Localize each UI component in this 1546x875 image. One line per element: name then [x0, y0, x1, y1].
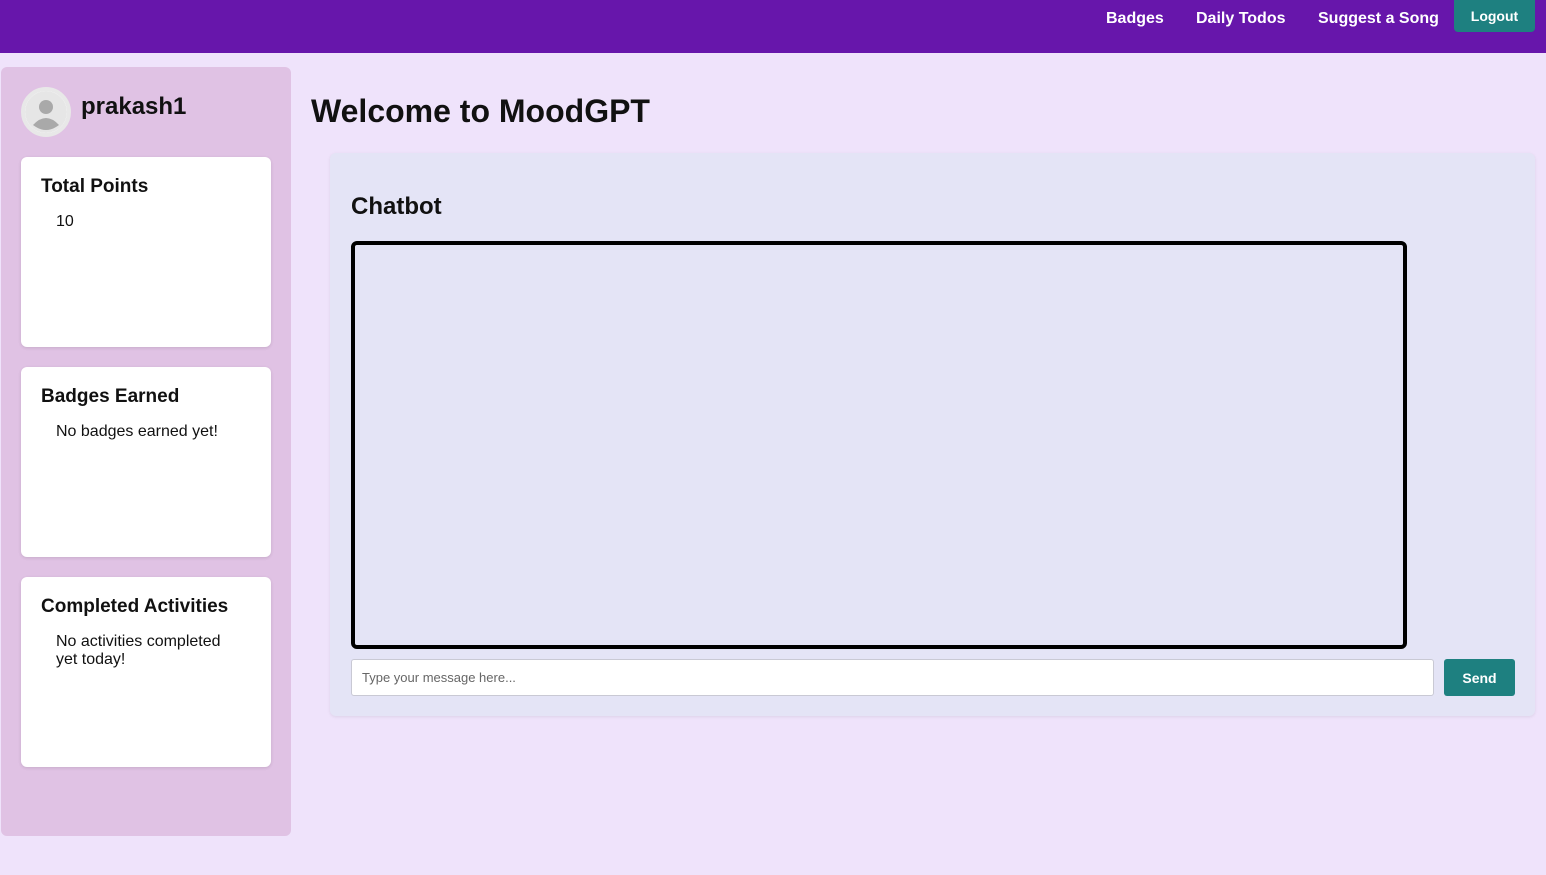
card-title-total-points: Total Points [41, 176, 149, 197]
nav-link-daily-todos[interactable]: Daily Todos [1196, 10, 1286, 28]
total-points-card: Total Points 10 [21, 157, 271, 347]
send-button[interactable]: Send [1444, 659, 1515, 696]
chat-messages-area[interactable] [351, 241, 1407, 649]
completed-activities-value: No activities completed yet today! [56, 633, 221, 668]
page-title: Welcome to MoodGPT [311, 93, 650, 129]
sidebar: prakash1 Total Points 10 Badges Earned N… [1, 67, 291, 836]
badges-earned-card: Badges Earned No badges earned yet! [21, 367, 271, 557]
nav-link-suggest-song[interactable]: Suggest a Song [1318, 10, 1439, 28]
chatbot-panel: Chatbot Send [330, 153, 1535, 716]
nav-link-badges[interactable]: Badges [1106, 10, 1164, 28]
chatbot-title: Chatbot [351, 193, 442, 220]
top-navbar: Badges Daily Todos Suggest a Song Logout [0, 0, 1546, 53]
card-title-completed-activities: Completed Activities [41, 596, 229, 617]
badges-earned-value: No badges earned yet! [56, 423, 218, 440]
logout-button[interactable]: Logout [1454, 0, 1535, 32]
completed-activities-card: Completed Activities No activities compl… [21, 577, 271, 767]
chat-message-input[interactable] [351, 659, 1434, 696]
username: prakash1 [81, 93, 187, 120]
profile-header: prakash1 [21, 87, 186, 137]
total-points-value: 10 [56, 213, 74, 230]
user-avatar-icon [21, 87, 71, 137]
card-title-badges-earned: Badges Earned [41, 386, 180, 407]
